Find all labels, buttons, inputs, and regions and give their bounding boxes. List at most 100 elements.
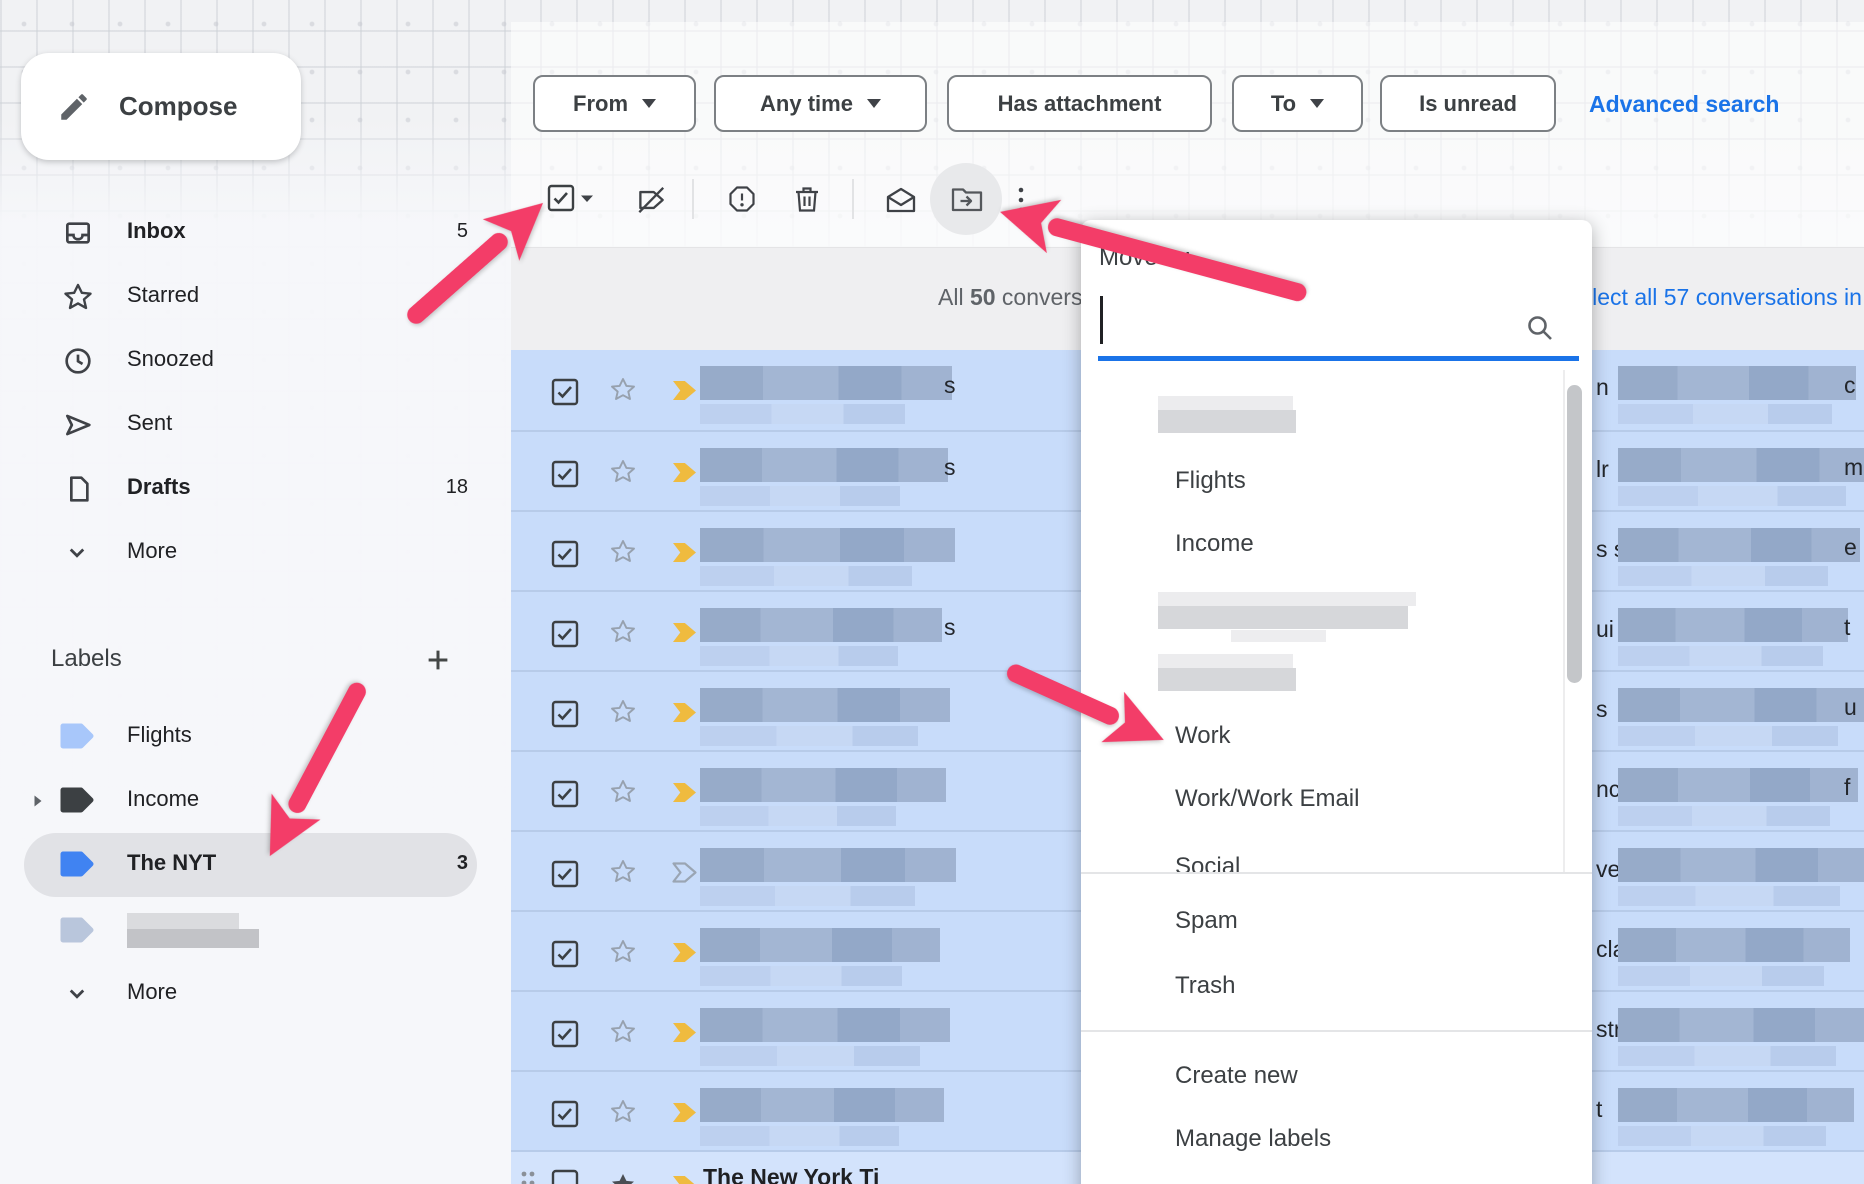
row-checkbox[interactable] — [550, 459, 580, 489]
row-checkbox[interactable] — [550, 377, 580, 407]
redacted-snippet — [700, 886, 915, 906]
sidebar-item-drafts[interactable]: Drafts18 — [0, 457, 511, 521]
redacted-snippet — [1618, 726, 1838, 746]
row-checkbox[interactable] — [550, 779, 580, 809]
filter-chip-is-unread[interactable]: Is unread — [1380, 75, 1556, 132]
sidebar-item-label: Starred — [127, 282, 199, 308]
label-search-input[interactable] — [1098, 286, 1579, 356]
drag-handle-icon[interactable] — [517, 1166, 539, 1184]
filter-chip-to[interactable]: To — [1232, 75, 1363, 132]
importance-marker-icon[interactable] — [671, 701, 698, 724]
popup-label-option-work[interactable]: Work — [1175, 722, 1231, 750]
subject-fragment: s — [944, 614, 956, 641]
row-checkbox[interactable] — [550, 619, 580, 649]
redacted-label-option[interactable] — [1158, 668, 1296, 691]
label-tag-icon — [58, 720, 96, 752]
redacted-sender — [700, 928, 940, 962]
popup-label-option-income[interactable]: Income — [1175, 530, 1254, 558]
scrollbar-thumb[interactable] — [1567, 385, 1582, 683]
importance-marker-icon[interactable] — [671, 941, 698, 964]
compose-button[interactable]: Compose — [21, 53, 301, 160]
row-checkbox[interactable] — [550, 699, 580, 729]
popup-action-create-new[interactable]: Create new — [1175, 1062, 1298, 1090]
subject-fragment: n — [1596, 374, 1609, 401]
sidebar-item-sent[interactable]: Sent — [0, 393, 511, 457]
importance-marker-icon[interactable] — [671, 781, 698, 804]
redacted-label-option[interactable] — [1158, 396, 1293, 410]
redacted-snippet — [1618, 1046, 1836, 1066]
star-icon[interactable] — [608, 777, 638, 807]
star-icon[interactable] — [608, 537, 638, 567]
redacted-label-option[interactable] — [1158, 592, 1416, 606]
row-checkbox[interactable] — [550, 1168, 580, 1184]
importance-marker-icon[interactable] — [671, 1101, 698, 1124]
clock-icon — [62, 345, 94, 377]
star-icon[interactable] — [608, 857, 638, 887]
star-icon[interactable] — [608, 617, 638, 647]
row-checkbox[interactable] — [550, 1019, 580, 1049]
row-checkbox[interactable] — [550, 539, 580, 569]
popup-label-option-work-work-email[interactable]: Work/Work Email — [1175, 785, 1359, 813]
delete-icon[interactable] — [791, 183, 823, 215]
sidebar-label-redacted[interactable] — [0, 899, 511, 963]
popup-item-trash[interactable]: Trash — [1175, 972, 1235, 1000]
redacted-label-option[interactable] — [1158, 606, 1408, 629]
row-checkbox[interactable] — [550, 939, 580, 969]
star-icon[interactable] — [608, 457, 638, 487]
sidebar-label-flights[interactable]: Flights — [0, 705, 511, 769]
importance-marker-icon[interactable] — [671, 379, 698, 402]
filter-chip-has-attachment[interactable]: Has attachment — [947, 75, 1212, 132]
importance-marker-icon[interactable] — [671, 461, 698, 484]
redacted-sender — [700, 1088, 944, 1122]
chip-label: Any time — [760, 91, 853, 117]
move-to-icon[interactable] — [950, 184, 984, 214]
redacted-subject — [1618, 608, 1848, 642]
importance-marker-icon[interactable] — [671, 1174, 698, 1184]
subject-fragment: nc — [1596, 776, 1620, 803]
importance-marker-icon[interactable] — [671, 1021, 698, 1044]
select-all-conversations-link[interactable]: Select all 57 conversations in The NYT — [1564, 284, 1864, 311]
star-icon[interactable] — [608, 697, 638, 727]
select-dropdown-caret[interactable] — [578, 192, 596, 206]
report-spam-icon[interactable] — [726, 183, 758, 215]
redacted-snippet — [1618, 886, 1840, 906]
label-tag-icon — [58, 784, 96, 816]
subject-fragment: lr — [1596, 456, 1609, 483]
row-checkbox[interactable] — [550, 1099, 580, 1129]
importance-marker-icon[interactable] — [671, 541, 698, 564]
star-icon[interactable] — [608, 937, 638, 967]
importance-marker-icon[interactable] — [671, 621, 698, 644]
star-icon[interactable] — [608, 1097, 638, 1127]
mark-read-icon[interactable] — [884, 185, 918, 215]
label-off-icon[interactable] — [634, 183, 668, 217]
sidebar-item-more[interactable]: More — [0, 521, 511, 585]
popup-item-spam[interactable]: Spam — [1175, 907, 1238, 935]
sidebar-item-label: Snoozed — [127, 346, 214, 372]
popup-action-manage-labels[interactable]: Manage labels — [1175, 1125, 1331, 1153]
redacted-sender — [700, 848, 956, 882]
redacted-label-option[interactable] — [1158, 654, 1293, 668]
redacted-subject — [1618, 928, 1850, 962]
redacted-sender — [700, 608, 942, 642]
filter-chip-any-time[interactable]: Any time — [714, 75, 927, 132]
create-label-button[interactable] — [423, 645, 453, 675]
importance-marker-icon[interactable] — [671, 861, 698, 884]
redacted-subject — [1618, 448, 1864, 482]
sidebar-label-more[interactable]: More — [0, 962, 511, 1026]
row-checkbox[interactable] — [550, 859, 580, 889]
star-icon[interactable] — [608, 1170, 638, 1184]
filter-chip-from[interactable]: From — [533, 75, 696, 132]
redacted-snippet — [1618, 566, 1828, 586]
chip-label: Is unread — [1419, 91, 1517, 117]
redacted-label-option[interactable] — [1158, 410, 1296, 433]
select-all-checkbox[interactable] — [546, 183, 576, 213]
star-icon[interactable] — [608, 375, 638, 405]
subject-fragment: e — [1844, 534, 1857, 561]
popup-label-option-social[interactable]: Social — [1175, 853, 1240, 874]
redacted-sender — [700, 768, 946, 802]
unread-count: 18 — [446, 476, 468, 499]
star-icon[interactable] — [608, 1017, 638, 1047]
advanced-search-link[interactable]: Advanced search — [1589, 91, 1779, 118]
popup-label-option-flights[interactable]: Flights — [1175, 467, 1246, 495]
expand-caret-icon[interactable] — [30, 793, 46, 809]
